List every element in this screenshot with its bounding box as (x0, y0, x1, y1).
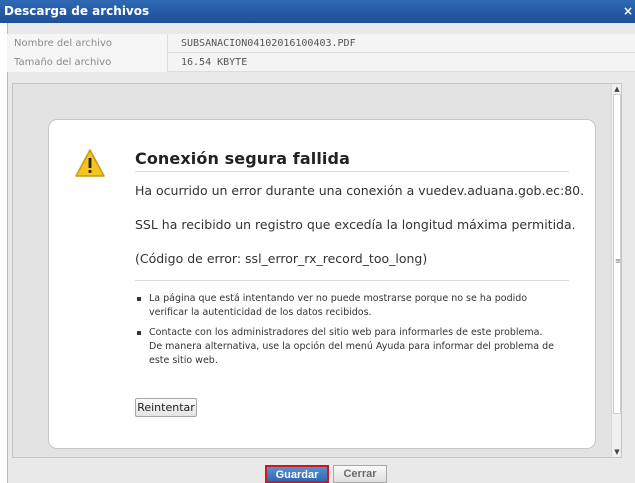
error-bullet-list: La página que está intentando ver no pue… (135, 292, 555, 374)
file-size-value: 16.54 KBYTE (181, 57, 248, 68)
close-icon[interactable]: × (621, 0, 635, 23)
retry-button[interactable]: Reintentar (135, 398, 197, 417)
scrollbar-thumb[interactable]: ≡ (613, 94, 621, 414)
window-title: Descarga de archivos (4, 4, 150, 18)
error-title: Conexión segura fallida (135, 149, 350, 168)
warning-icon (75, 149, 105, 177)
grip-icon: ≡ (615, 257, 621, 265)
file-name-label: Nombre del archivo (7, 34, 168, 53)
close-button[interactable]: Cerrar (333, 465, 387, 483)
file-size-label: Tamaño del archivo (7, 53, 168, 72)
window-title-bar: Descarga de archivos × (0, 0, 635, 23)
save-button[interactable]: Guardar (265, 465, 329, 483)
list-item: Contacte con los administradores del sit… (135, 326, 555, 368)
preview-frame: Conexión segura fallida Ha ocurrido un e… (12, 83, 622, 458)
vertical-scrollbar[interactable]: ▲ ≡ ▼ (611, 84, 621, 457)
error-code-line: (Código de error: ssl_error_rx_record_to… (135, 251, 428, 266)
body-divider (135, 280, 569, 281)
list-item: La página que está intentando ver no pue… (135, 292, 555, 320)
error-panel: Conexión segura fallida Ha ocurrido un e… (48, 119, 596, 449)
scroll-down-icon[interactable]: ▼ (612, 447, 622, 457)
bullet-icon (137, 331, 141, 335)
title-divider (135, 171, 569, 172)
error-message-line1: Ha ocurrido un error durante una conexió… (135, 183, 585, 198)
file-name-value: SUBSANACION04102016100403.PDF (181, 38, 356, 49)
scroll-up-icon[interactable]: ▲ (612, 84, 622, 94)
error-message-line2: SSL ha recibido un registro que excedía … (135, 217, 576, 232)
file-size-row: Tamaño del archivo 16.54 KBYTE (7, 53, 635, 72)
bullet-icon (137, 297, 141, 301)
file-name-row: Nombre del archivo SUBSANACION0410201610… (7, 34, 635, 53)
